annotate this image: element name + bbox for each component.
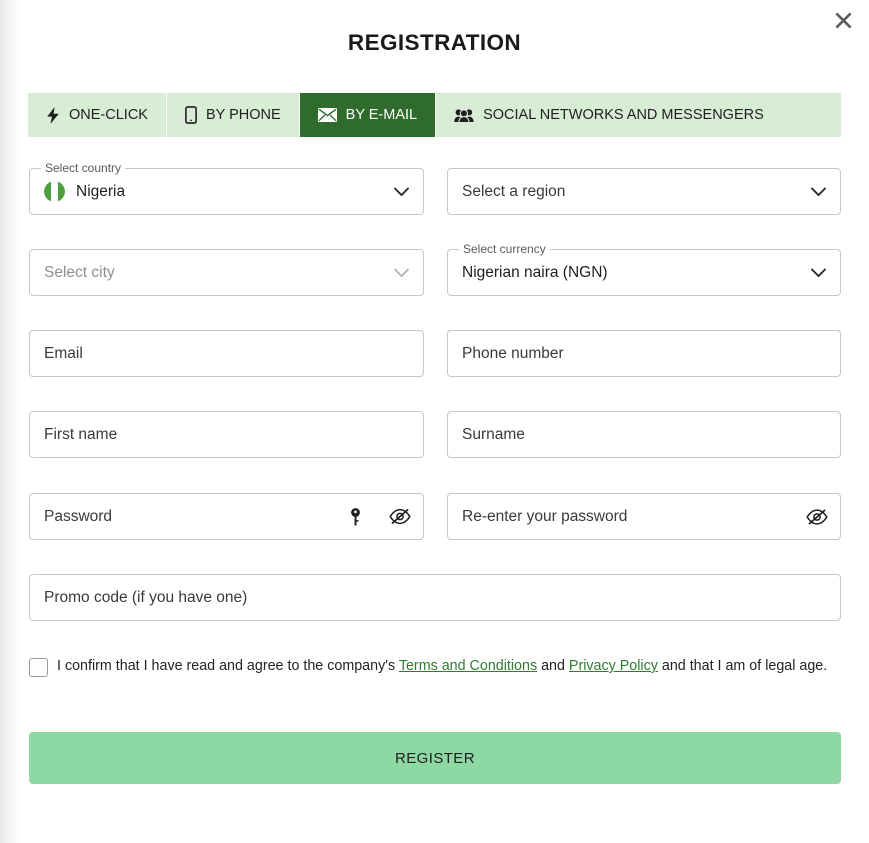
email-field-placeholder: Email (44, 344, 83, 362)
consent-row: I confirm that I have read and agree to … (29, 655, 841, 677)
consent-text: I confirm that I have read and agree to … (57, 655, 827, 676)
registration-modal: REGISTRATION ONE-CLICK BY PHONE BY E-MAI… (0, 0, 869, 843)
privacy-policy-link[interactable]: Privacy Policy (569, 658, 658, 674)
eye-off-icon[interactable] (806, 508, 828, 525)
envelope-icon (317, 108, 337, 122)
chevron-down-icon[interactable] (394, 187, 409, 196)
phone-field[interactable]: Phone number (447, 330, 841, 377)
email-field[interactable]: Email (29, 330, 424, 377)
consent-checkbox[interactable] (29, 658, 48, 677)
register-button[interactable]: REGISTER (29, 732, 841, 784)
tab-label: SOCIAL NETWORKS AND MESSENGERS (483, 107, 764, 123)
surname-field[interactable]: Surname (447, 411, 841, 458)
lightning-bolt-icon (46, 106, 60, 124)
tab-label: BY PHONE (205, 107, 281, 123)
page-title: REGISTRATION (347, 30, 522, 55)
eye-off-icon[interactable] (389, 508, 411, 525)
consent-text-after: and that I am of legal age. (657, 658, 828, 674)
surname-field-placeholder: Surname (462, 425, 525, 443)
chevron-down-icon[interactable] (394, 268, 409, 277)
chevron-down-icon[interactable] (811, 187, 826, 196)
currency-select-value: Nigerian naira (NGN) (462, 263, 608, 281)
tab-label: ONE-CLICK (69, 107, 148, 123)
region-select-placeholder: Select a region (462, 182, 566, 200)
people-group-icon (454, 108, 474, 123)
terms-and-conditions-link[interactable]: Terms and Conditions (399, 658, 537, 674)
tab-social-networks[interactable]: SOCIAL NETWORKS AND MESSENGERS (436, 93, 782, 137)
consent-text-middle: and (537, 658, 569, 674)
password-confirm-field-adornments (806, 508, 828, 525)
mobile-phone-icon (185, 106, 197, 124)
region-select[interactable]: Select a region (447, 168, 841, 215)
city-select[interactable]: Select city (29, 249, 424, 296)
tab-label: BY E-MAIL (345, 107, 418, 123)
promo-code-field-placeholder: Promo code (if you have one) (44, 588, 248, 606)
currency-select-label: Select currency (459, 242, 550, 256)
password-field-placeholder: Password (44, 507, 113, 525)
tab-by-email[interactable]: BY E-MAIL (299, 93, 437, 137)
country-select[interactable]: Select country Nigeria (29, 161, 424, 215)
tab-by-phone[interactable]: BY PHONE (166, 93, 300, 137)
country-select-value: Nigeria (76, 182, 126, 200)
password-field[interactable]: Password (29, 493, 424, 540)
password-confirm-field[interactable]: Re-enter your password (447, 493, 841, 540)
country-select-label: Select country (41, 161, 126, 175)
first-name-field[interactable]: First name (29, 411, 424, 458)
chevron-down-icon[interactable] (811, 268, 826, 277)
promo-code-field[interactable]: Promo code (if you have one) (29, 574, 841, 621)
tab-one-click[interactable]: ONE-CLICK (28, 93, 167, 137)
currency-select[interactable]: Select currency Nigerian naira (NGN) (447, 242, 841, 296)
first-name-field-placeholder: First name (44, 425, 118, 443)
consent-text-before: I confirm that I have read and agree to … (57, 658, 399, 674)
city-select-placeholder: Select city (44, 263, 115, 281)
phone-field-placeholder: Phone number (462, 344, 564, 362)
password-confirm-field-placeholder: Re-enter your password (462, 507, 628, 525)
registration-method-tabs: ONE-CLICK BY PHONE BY E-MAIL SOCIAL NETW… (28, 93, 841, 137)
close-icon (834, 11, 852, 29)
key-icon[interactable] (349, 507, 362, 526)
nigeria-flag-icon (44, 181, 65, 202)
password-field-adornments (349, 507, 411, 526)
